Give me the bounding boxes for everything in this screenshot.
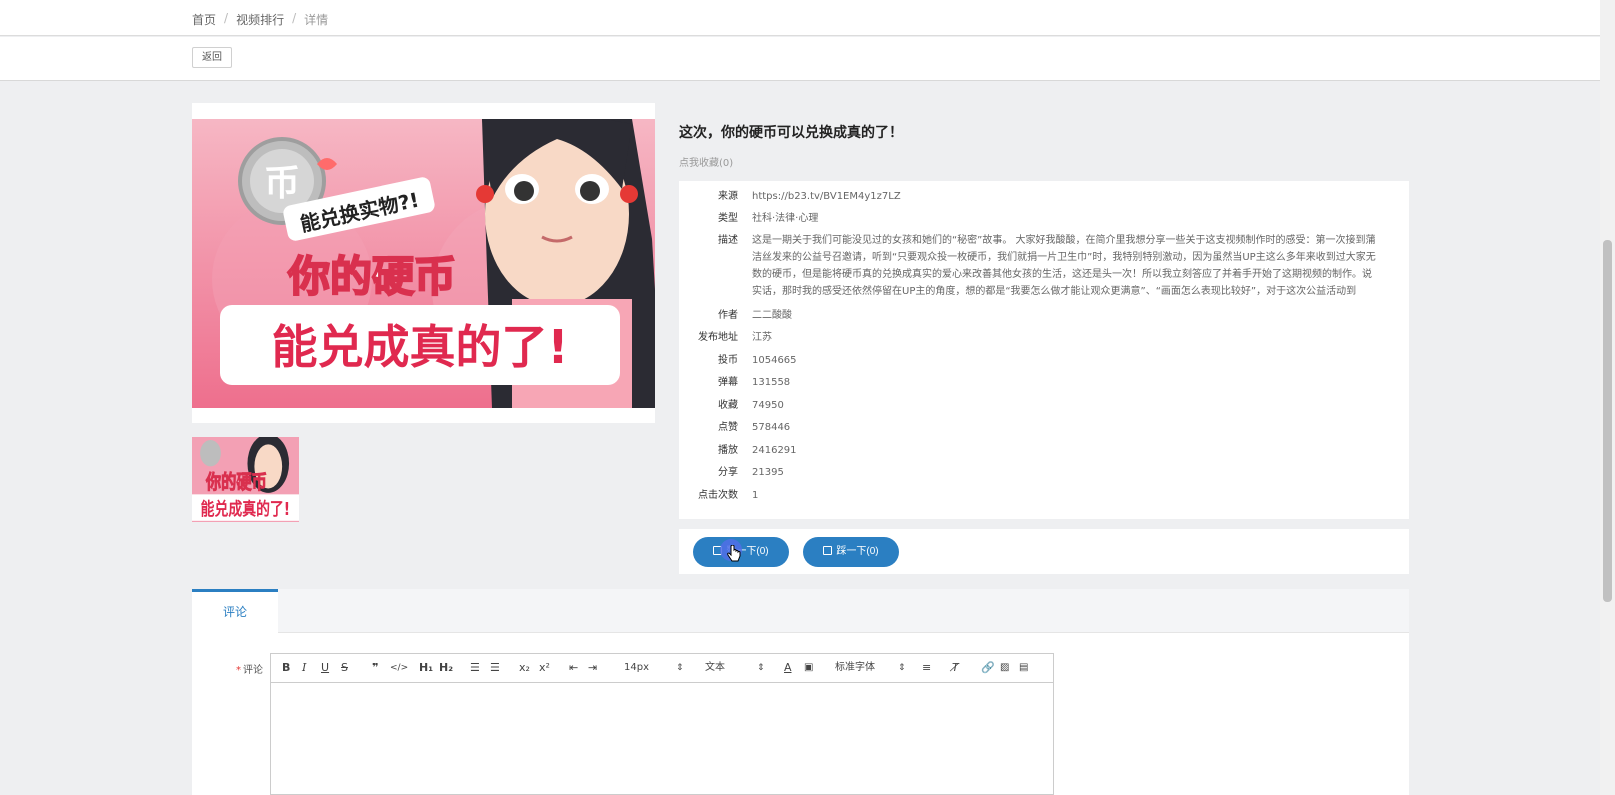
align-icon[interactable]: ≡: [922, 661, 931, 675]
chevron-updown-icon: ⇕: [757, 663, 765, 673]
cover-headline-1: 你的硬币: [287, 252, 456, 301]
thumbs-down-button[interactable]: 踩一下(0): [803, 537, 899, 567]
breadcrumb-separator: /: [224, 11, 229, 25]
video-cover-image[interactable]: 币 能兑换实物?! 你的硬币 能兑成真的了!: [192, 119, 655, 408]
info-key: 播放: [718, 445, 738, 456]
code-block-icon[interactable]: </>: [390, 661, 408, 675]
superscript-icon[interactable]: x²: [539, 661, 550, 675]
breadcrumb-separator: /: [292, 11, 297, 25]
info-row-danmaku: 弹幕 131558: [679, 374, 1409, 391]
video-title: 这次，你的硬币可以兑换成真的了！: [679, 125, 903, 141]
info-row-description: 描述 这是一期关于我们可能没见过的女孩和她们的“秘密”故事。 大家好我酸酸，在简…: [679, 232, 1409, 300]
italic-icon[interactable]: I: [302, 661, 306, 675]
thumb-headline-2: 能兑成真的了!: [201, 498, 290, 519]
info-value: 2416291: [752, 445, 797, 456]
clear-format-icon[interactable]: T̸: [952, 661, 959, 675]
info-key: 投币: [718, 355, 738, 366]
required-mark: *: [236, 665, 241, 676]
heading-2-icon[interactable]: H₂: [439, 661, 453, 675]
info-value: 江苏: [752, 332, 772, 343]
back-bar: 返回: [0, 37, 1600, 81]
info-row-type: 类型 社科·法律·心理: [679, 210, 1409, 227]
comment-form: * 评论 B I U S ❞ </> H₁ H₂ ☰ ☰ x₂ x² ⇤ ⇥ 14…: [192, 633, 1409, 795]
thumbs-down-icon: [823, 546, 833, 555]
editor-toolbar: B I U S ❞ </> H₁ H₂ ☰ ☰ x₂ x² ⇤ ⇥ 14px ⇕…: [270, 653, 1054, 683]
comment-label-text: 评论: [243, 665, 263, 676]
comment-editor[interactable]: [270, 683, 1054, 795]
info-value: 578446: [752, 422, 791, 433]
bold-icon[interactable]: B: [282, 661, 290, 675]
cover-headline-2: 能兑成真的了!: [272, 320, 569, 374]
ordered-list-icon[interactable]: ☰: [470, 661, 480, 675]
font-size-select[interactable]: 14px: [624, 661, 649, 675]
breadcrumb-current: 详情: [304, 13, 329, 27]
info-value: 21395: [752, 467, 784, 478]
coin-char: 币: [264, 163, 300, 204]
cover-thumbnail[interactable]: 你的硬币 能兑成真的了!: [192, 437, 299, 522]
breadcrumb: 首页 / 视频排行 / 详情: [192, 11, 328, 28]
info-value: 1054665: [752, 355, 797, 366]
info-key: 点击次数: [698, 490, 738, 501]
subscript-icon[interactable]: x₂: [519, 661, 530, 675]
top-bar: 首页 / 视频排行 / 详情: [0, 0, 1600, 36]
tab-comments[interactable]: 评论: [192, 589, 278, 633]
chevron-updown-icon: ⇕: [898, 663, 906, 673]
info-key: 分享: [718, 467, 738, 478]
info-row-shares: 分享 21395: [679, 464, 1409, 481]
info-row-author: 作者 二二酸酸: [679, 307, 1409, 324]
info-key: 描述: [718, 235, 738, 246]
strikethrough-icon[interactable]: S: [341, 661, 348, 675]
info-row-favorites: 收藏 74950: [679, 397, 1409, 414]
info-key: 作者: [718, 310, 738, 321]
back-button[interactable]: 返回: [192, 47, 232, 68]
page-scrollbar[interactable]: [1600, 0, 1615, 795]
info-value: 二二酸酸: [752, 310, 792, 321]
info-row-source: 来源 https://b23.tv/BV1EM4y1z7LZ: [679, 188, 1409, 205]
info-value: 1: [752, 490, 759, 501]
info-row-plays: 播放 2416291: [679, 442, 1409, 459]
font-color-icon[interactable]: A: [784, 661, 792, 675]
info-row-location: 发布地址 江苏: [679, 329, 1409, 346]
hand-cursor-icon: [727, 545, 741, 562]
info-value: https://b23.tv/BV1EM4y1z7LZ: [752, 191, 901, 202]
font-family-select[interactable]: 标准字体: [835, 661, 875, 675]
vote-card: 赞一下(0) 踩一下(0): [679, 529, 1409, 574]
chevron-updown-icon: ⇕: [676, 663, 684, 673]
link-icon[interactable]: 🔗: [981, 661, 995, 675]
info-row-likes: 点赞 578446: [679, 419, 1409, 436]
underline-icon[interactable]: U: [321, 661, 329, 675]
info-key: 点赞: [718, 422, 738, 433]
info-value: 社科·法律·心理: [752, 213, 819, 224]
info-key: 收藏: [718, 400, 738, 411]
info-row-clicks: 点击次数 1: [679, 487, 1409, 504]
info-value: 131558: [752, 377, 791, 388]
comment-field-label: * 评论: [236, 661, 263, 676]
info-key: 发布地址: [698, 332, 738, 343]
info-key: 来源: [718, 191, 738, 202]
info-card: 来源 https://b23.tv/BV1EM4y1z7LZ 类型 社科·法律·…: [679, 181, 1409, 519]
breadcrumb-home[interactable]: 首页: [192, 11, 216, 28]
thumbs-down-label: 踩一下(0): [836, 546, 879, 557]
info-value: 这是一期关于我们可能没见过的女孩和她们的“秘密”故事。 大家好我酸酸，在简介里我…: [752, 235, 1376, 297]
tab-bar: 评论: [192, 589, 1409, 633]
thumb-headline-1: 你的硬币: [205, 471, 267, 494]
info-key: 类型: [718, 213, 738, 224]
scrollbar-thumb[interactable]: [1603, 240, 1612, 602]
outdent-icon[interactable]: ⇤: [569, 661, 578, 675]
blockquote-icon[interactable]: ❞: [372, 661, 378, 675]
info-row-coins: 投币 1054665: [679, 352, 1409, 369]
bullet-list-icon[interactable]: ☰: [490, 661, 500, 675]
info-key: 弹幕: [718, 377, 738, 388]
heading-1-icon[interactable]: H₁: [419, 661, 433, 675]
image-icon[interactable]: ▨: [1000, 661, 1009, 675]
text-style-select[interactable]: 文本: [705, 661, 725, 675]
video-icon[interactable]: ▤: [1019, 661, 1028, 675]
indent-icon[interactable]: ⇥: [588, 661, 597, 675]
breadcrumb-video-rank[interactable]: 视频排行: [236, 11, 284, 28]
info-value: 74950: [752, 400, 784, 411]
cover-panel: 币 能兑换实物?! 你的硬币 能兑成真的了!: [192, 103, 655, 423]
favorite-link[interactable]: 点我收藏(0): [679, 154, 733, 169]
background-color-icon[interactable]: ▣: [804, 661, 813, 675]
